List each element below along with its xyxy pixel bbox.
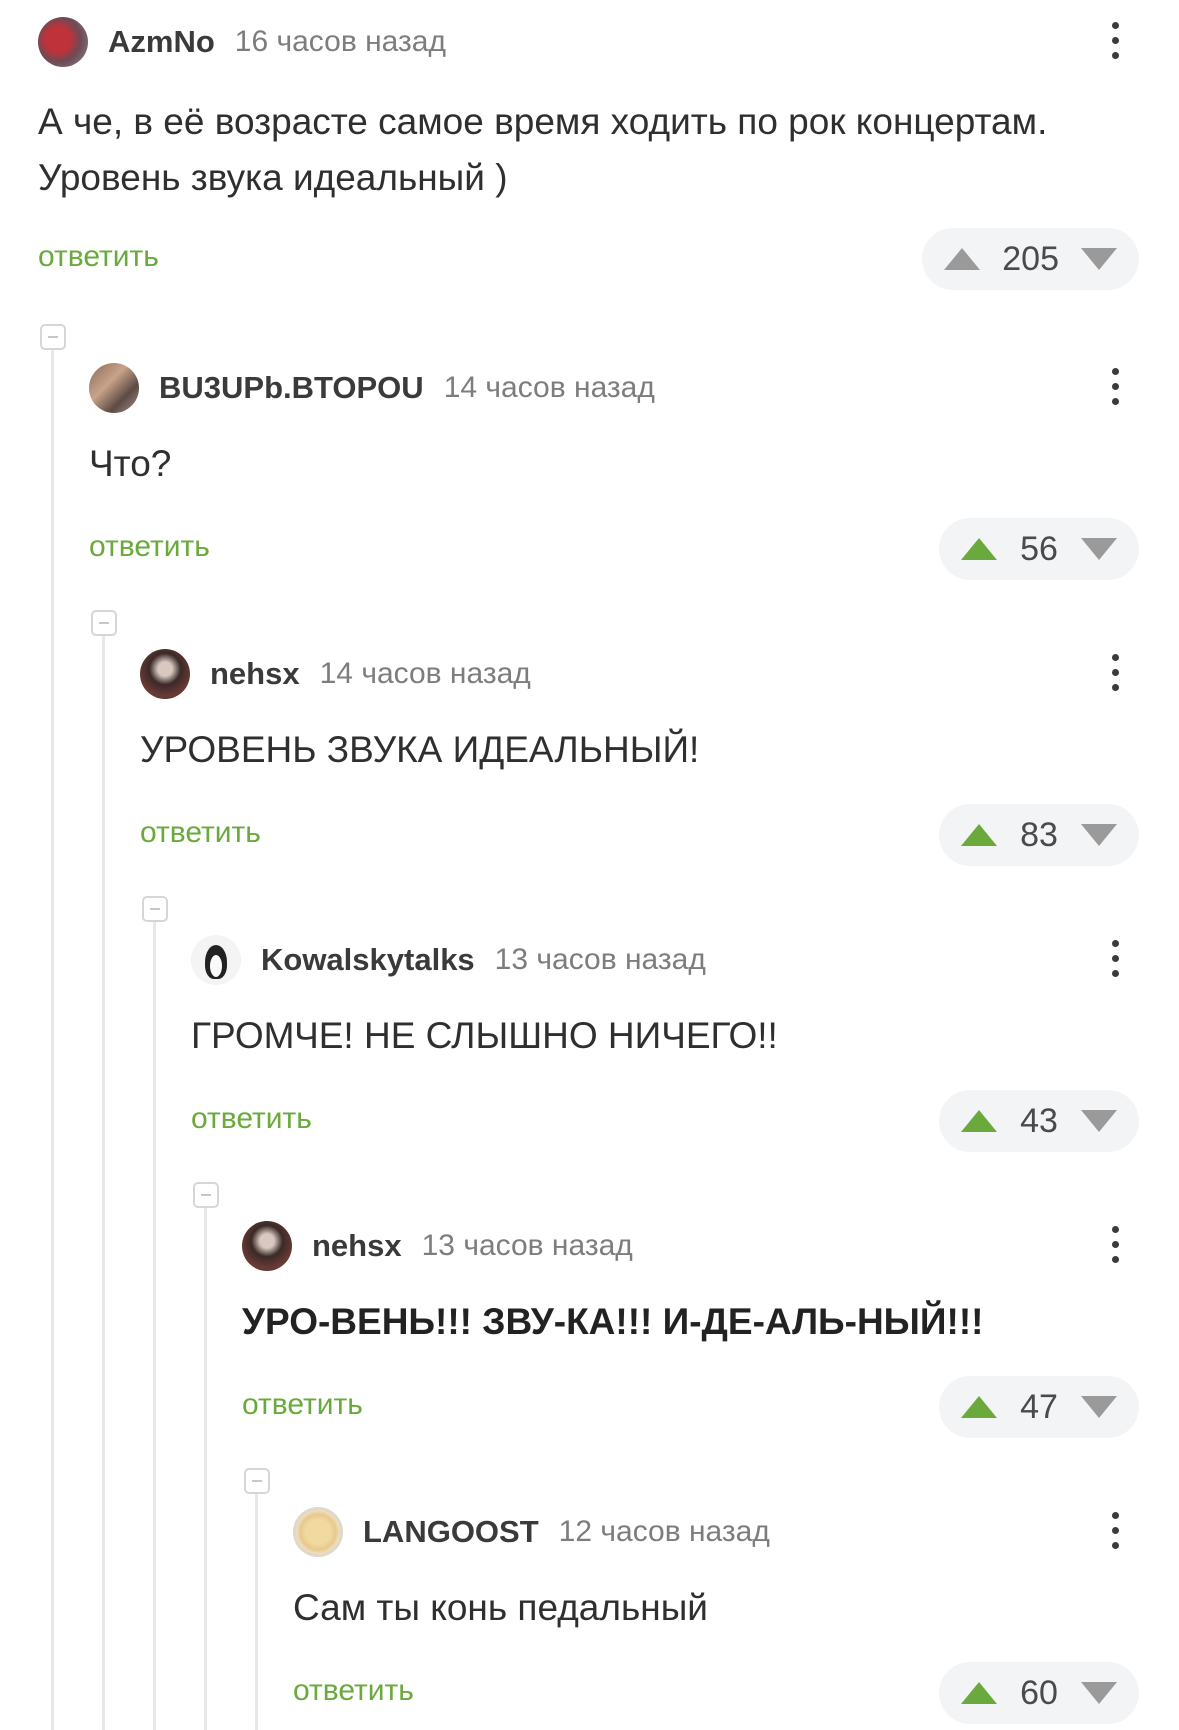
- comment-text: УРО-ВЕНЬ!!! ЗВУ-КА!!! И-ДЕ-АЛЬ-НЫЙ!!!: [242, 1301, 984, 1342]
- comment-footer: ответить 205: [38, 228, 1139, 290]
- comment-header: Kowalskytalks 13 часов назад: [191, 934, 1139, 986]
- rating-score: 60: [1020, 1673, 1058, 1712]
- timestamp: 16 часов назад: [234, 25, 446, 58]
- comment: Kowalskytalks 13 часов назад ГРОМЧЕ! НЕ …: [191, 934, 1139, 1152]
- comment-text: А че, в её возрасте самое время ходить п…: [38, 101, 1048, 198]
- timestamp: 13 часов назад: [421, 1229, 633, 1262]
- collapse-thread-icon[interactable]: [40, 324, 66, 350]
- downvote-arrow-icon[interactable]: [1081, 1682, 1117, 1704]
- more-options-icon[interactable]: [1105, 1510, 1125, 1554]
- comment-header: nehsx 14 часов назад: [140, 648, 1139, 700]
- thread-line: [255, 1480, 258, 1730]
- reply-link[interactable]: ответить: [89, 530, 210, 564]
- rating-score: 43: [1020, 1101, 1058, 1140]
- rating-widget: 205: [922, 228, 1139, 290]
- rating-widget: 56: [939, 518, 1139, 580]
- comment-text: УРОВЕНЬ ЗВУКА ИДЕАЛЬНЫЙ!: [140, 729, 700, 770]
- comment-text: Что?: [89, 443, 172, 484]
- more-options-icon[interactable]: [1105, 366, 1125, 410]
- avatar[interactable]: [89, 363, 139, 413]
- comment: BU3UPb.BTOPOU 14 часов назад Что? ответи…: [89, 362, 1139, 580]
- comment-header: nehsx 13 часов назад: [242, 1220, 1139, 1272]
- timestamp: 13 часов назад: [494, 943, 706, 976]
- collapse-thread-icon[interactable]: [193, 1182, 219, 1208]
- username[interactable]: nehsx: [312, 1228, 402, 1264]
- username[interactable]: AzmNo: [108, 24, 215, 60]
- collapse-thread-icon[interactable]: [142, 896, 168, 922]
- avatar[interactable]: [242, 1221, 292, 1271]
- comment-text: Сам ты конь педальный: [293, 1587, 708, 1628]
- reply-link[interactable]: ответить: [293, 1674, 414, 1708]
- upvote-arrow-icon[interactable]: [961, 1110, 997, 1132]
- rating-score: 205: [1002, 239, 1059, 278]
- username[interactable]: BU3UPb.BTOPOU: [159, 370, 424, 406]
- reply-link[interactable]: ответить: [38, 240, 159, 274]
- reply-link[interactable]: ответить: [140, 816, 261, 850]
- comment-footer: ответить 56: [89, 518, 1139, 580]
- downvote-arrow-icon[interactable]: [1081, 824, 1117, 846]
- username[interactable]: nehsx: [210, 656, 300, 692]
- collapse-thread-icon[interactable]: [244, 1468, 270, 1494]
- comment: nehsx 14 часов назад УРОВЕНЬ ЗВУКА ИДЕАЛ…: [140, 648, 1139, 866]
- upvote-arrow-icon[interactable]: [961, 824, 997, 846]
- timestamp: 14 часов назад: [443, 371, 655, 404]
- reply-link[interactable]: ответить: [242, 1388, 363, 1422]
- rating-score: 83: [1020, 815, 1058, 854]
- downvote-arrow-icon[interactable]: [1081, 538, 1117, 560]
- rating-widget: 43: [939, 1090, 1139, 1152]
- thread-line: [102, 622, 105, 1730]
- avatar[interactable]: [191, 935, 241, 985]
- avatar[interactable]: [140, 649, 190, 699]
- username[interactable]: Kowalskytalks: [261, 942, 475, 978]
- downvote-arrow-icon[interactable]: [1081, 248, 1117, 270]
- avatar[interactable]: [38, 17, 88, 67]
- comment-footer: ответить 43: [191, 1090, 1139, 1152]
- rating-widget: 47: [939, 1376, 1139, 1438]
- reply-link[interactable]: ответить: [191, 1102, 312, 1136]
- upvote-arrow-icon[interactable]: [961, 1682, 997, 1704]
- comment-header: LANGOOST 12 часов назад: [293, 1506, 1139, 1558]
- timestamp: 12 часов назад: [558, 1515, 770, 1548]
- thread-line: [51, 336, 54, 1730]
- comment-footer: ответить 60: [293, 1662, 1139, 1724]
- rating-widget: 83: [939, 804, 1139, 866]
- comment-footer: ответить 83: [140, 804, 1139, 866]
- more-options-icon[interactable]: [1105, 20, 1125, 64]
- username[interactable]: LANGOOST: [363, 1514, 539, 1550]
- comment: AzmNo 16 часов назад А че, в её возрасте…: [38, 16, 1139, 290]
- collapse-thread-icon[interactable]: [91, 610, 117, 636]
- rating-score: 56: [1020, 529, 1058, 568]
- upvote-arrow-icon[interactable]: [961, 538, 997, 560]
- rating-widget: 60: [939, 1662, 1139, 1724]
- comment: nehsx 13 часов назад УРО-ВЕНЬ!!! ЗВУ-КА!…: [242, 1220, 1139, 1438]
- more-options-icon[interactable]: [1105, 1224, 1125, 1268]
- upvote-arrow-icon[interactable]: [944, 248, 981, 270]
- more-options-icon[interactable]: [1105, 652, 1125, 696]
- avatar[interactable]: [293, 1507, 343, 1557]
- comment-header: BU3UPb.BTOPOU 14 часов назад: [89, 362, 1139, 414]
- thread-line: [153, 908, 156, 1730]
- downvote-arrow-icon[interactable]: [1081, 1110, 1117, 1132]
- timestamp: 14 часов назад: [319, 657, 531, 690]
- comment-header: AzmNo 16 часов назад: [38, 16, 1139, 68]
- comment-footer: ответить 47: [242, 1376, 1139, 1438]
- downvote-arrow-icon[interactable]: [1081, 1396, 1117, 1418]
- comment-text: ГРОМЧЕ! НЕ СЛЫШНО НИЧЕГО!!: [191, 1015, 778, 1056]
- more-options-icon[interactable]: [1105, 938, 1125, 982]
- comment: LANGOOST 12 часов назад Сам ты конь педа…: [293, 1506, 1139, 1724]
- upvote-arrow-icon[interactable]: [961, 1396, 997, 1418]
- thread-line: [204, 1194, 207, 1730]
- rating-score: 47: [1020, 1387, 1058, 1426]
